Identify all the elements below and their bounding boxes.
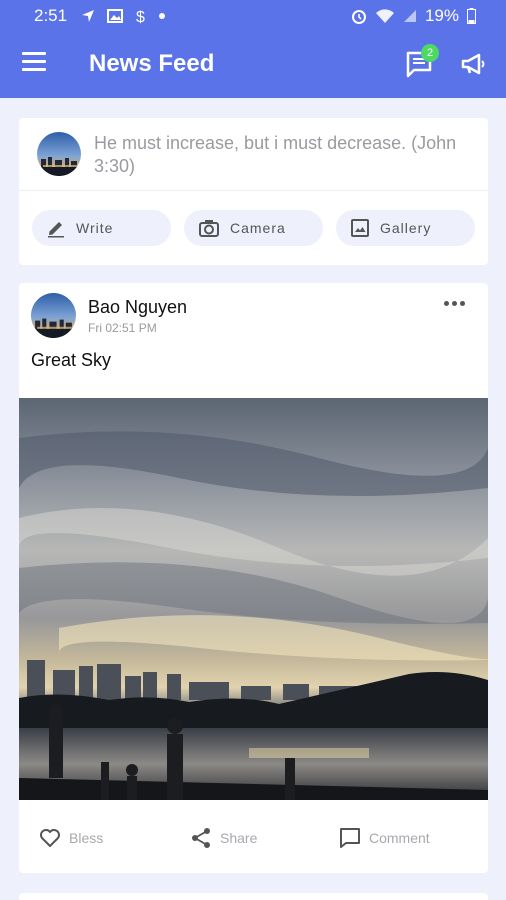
page-title: News Feed [89,50,215,77]
megaphone-icon [461,53,485,75]
post-input[interactable]: He must increase, but i must decrease. (… [94,132,464,178]
announcements-button[interactable] [460,51,486,77]
heart-icon [40,829,60,847]
camera-button[interactable]: Camera [184,210,323,246]
menu-button[interactable] [22,52,48,76]
share-label: Share [220,830,258,846]
signal-icon [403,9,417,23]
hamburger-icon [22,52,46,55]
post-timestamp: Fri 02:51 PM [88,321,157,335]
status-time: 2:51 [34,6,68,25]
comment-icon [340,828,360,848]
composer-actions: Write Camera Gallery [32,210,475,246]
post-author[interactable]: Bao Nguyen [88,297,187,318]
toolbar: News Feed 2 [0,32,506,98]
post-photo[interactable] [19,398,488,800]
svg-text:$: $ [136,9,145,24]
more-icon-dot [460,300,465,306]
hamburger-icon-line [22,68,46,71]
battery-icon [467,8,476,24]
wifi-icon [375,8,395,24]
composer-card: He must increase, but i must decrease. (… [19,118,488,265]
more-icon-dot [452,300,457,306]
post-caption: Great Sky [31,350,112,370]
gallery-button[interactable]: Gallery [336,210,475,246]
more-icon [444,300,449,306]
share-icon [192,828,210,848]
comment-label: Comment [369,830,430,846]
hamburger-icon-line [22,60,46,63]
more-options-button[interactable] [444,297,466,309]
photo-notification-icon [107,9,124,23]
author-avatar[interactable] [31,293,76,338]
messages-badge: 2 [421,44,439,62]
image-icon [351,219,369,237]
camera-icon [199,220,219,237]
user-avatar[interactable] [37,132,81,176]
gallery-label: Gallery [380,220,432,236]
write-label: Write [76,220,114,236]
camera-label: Camera [230,220,286,236]
dot-icon [159,13,166,19]
comment-button[interactable]: Comment [339,823,430,853]
battery-level: 19% [424,6,459,25]
next-post-card [19,893,488,900]
status-bar: 2:51 $ 19% [0,0,506,32]
post-card: Bao Nguyen Fri 02:51 PM Great Sky Bless … [19,283,488,873]
post-reactions: Bless Share Comment [19,823,488,853]
alarm-icon [351,8,367,24]
write-button[interactable]: Write [32,210,171,246]
dollar-notification-icon: $ [135,8,147,24]
pencil-icon [48,222,64,238]
bless-label: Bless [69,830,104,846]
app-bar: 2:51 $ 19% News Feed 2 [0,0,506,98]
navigation-icon [81,9,95,23]
composer-divider [19,190,488,191]
bless-button[interactable]: Bless [39,823,103,853]
share-button[interactable]: Share [190,823,257,853]
